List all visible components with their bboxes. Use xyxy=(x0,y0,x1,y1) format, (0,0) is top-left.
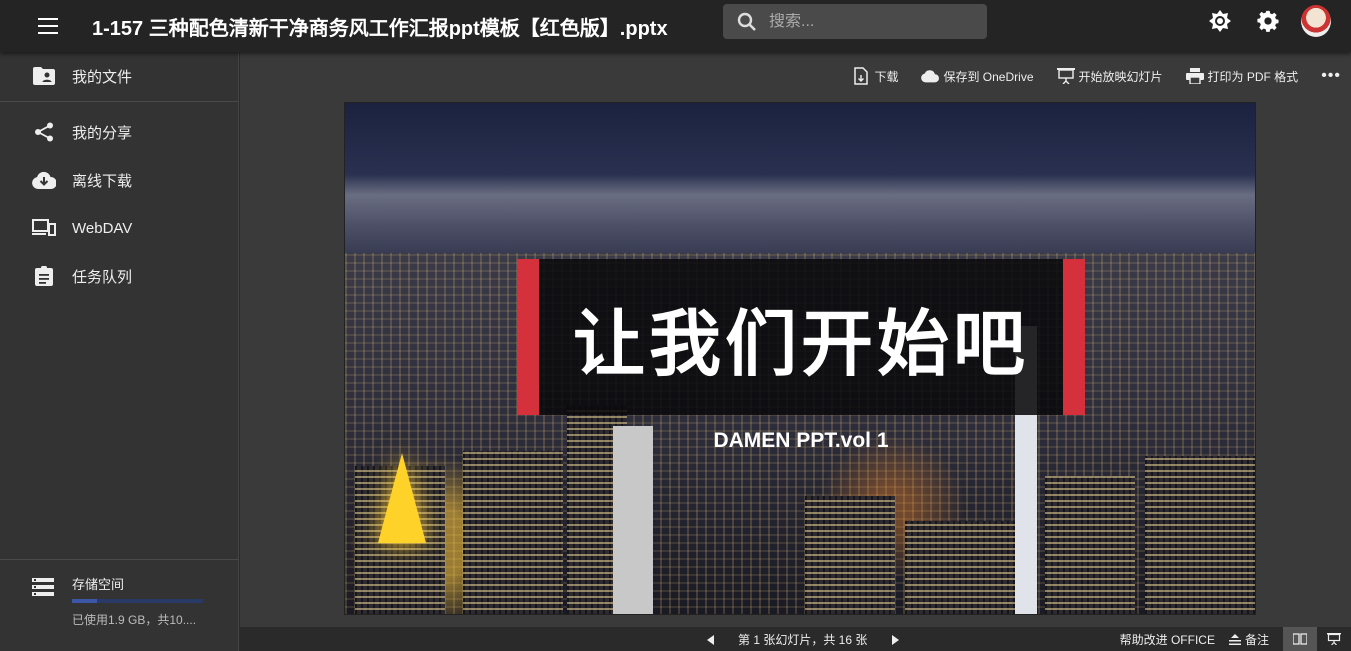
next-slide-button[interactable] xyxy=(887,632,903,648)
viewer-status-bar: 第 1 张幻灯片，共 16 张 帮助改进 OFFICE 备注 xyxy=(240,627,1351,651)
devices-icon xyxy=(32,216,56,240)
storage-label: 存储空间 xyxy=(72,577,125,592)
sidebar-item-label: 离线下载 xyxy=(72,172,133,190)
triangle-right-icon xyxy=(891,634,899,645)
more-options-button[interactable]: ••• xyxy=(1321,67,1341,85)
print-pdf-button[interactable]: 打印为 PDF 格式 xyxy=(1185,67,1299,85)
brightness-icon xyxy=(1209,10,1231,32)
book-open-icon xyxy=(1293,633,1307,645)
sidebar-item-my-shares[interactable]: 我的分享 xyxy=(0,108,238,156)
download-file-icon xyxy=(852,67,870,85)
notes-icon xyxy=(1228,633,1241,645)
triangle-left-icon xyxy=(706,634,714,645)
share-icon xyxy=(32,120,56,144)
cloud-download-icon xyxy=(32,168,56,192)
storage-icon xyxy=(32,578,56,602)
storage-usage-text: 已使用1.9 GB，共10.... xyxy=(72,613,197,627)
gear-icon xyxy=(1257,10,1279,32)
file-title: 1-157 三种配色清新干净商务风工作汇报ppt模板【红色版】.pptx xyxy=(92,17,668,40)
previous-slide-button[interactable] xyxy=(702,632,718,648)
help-improve-office-link[interactable]: 帮助改进 OFFICE xyxy=(1120,631,1215,648)
download-label: 下载 xyxy=(874,69,899,84)
search-input[interactable] xyxy=(769,12,969,31)
sidebar-item-webdav[interactable]: WebDAV xyxy=(0,204,238,252)
sidebar-divider xyxy=(0,101,238,102)
sidebar-item-label: 我的文件 xyxy=(72,68,133,86)
slide-title: 让我们开始吧 xyxy=(572,301,1029,386)
sidebar-item-task-queue[interactable]: 任务队列 xyxy=(0,252,238,300)
sidebar-item-my-files[interactable]: 我的文件 xyxy=(0,52,238,100)
search-box[interactable] xyxy=(723,4,987,39)
sidebar-item-label: WebDAV xyxy=(72,219,133,237)
start-slideshow-label: 开始放映幻灯片 xyxy=(1078,69,1163,84)
clipboard-icon xyxy=(32,264,56,288)
sidebar-item-offline-download[interactable]: 离线下载 xyxy=(0,156,238,204)
top-app-bar: 1-157 三种配色清新干净商务风工作汇报ppt模板【红色版】.pptx xyxy=(0,0,1351,52)
storage-progress-fill xyxy=(72,599,97,603)
menu-icon xyxy=(38,18,58,34)
save-onedrive-label: 保存到 OneDrive xyxy=(943,69,1034,84)
projector-screen-icon xyxy=(1327,633,1341,645)
printer-icon xyxy=(1185,67,1204,85)
sidebar-item-label: 我的分享 xyxy=(72,124,133,142)
folder-account-icon xyxy=(32,64,56,88)
storage-progress-bar xyxy=(72,599,203,603)
notes-label: 备注 xyxy=(1244,632,1269,647)
slide-page-info: 第 1 张幻灯片，共 16 张 xyxy=(738,633,868,647)
slide-title-box: 让我们开始吧 xyxy=(517,259,1085,415)
projector-screen-icon xyxy=(1056,67,1075,85)
slide-canvas: 让我们开始吧 DAMEN PPT.vol 1 xyxy=(344,102,1256,615)
sidebar: 我的文件 我的分享 离线下载 WebDAV 任务队列 存储空间 已使用1.9 G… xyxy=(0,52,239,651)
download-button[interactable]: 下载 xyxy=(852,67,898,85)
print-pdf-label: 打印为 PDF 格式 xyxy=(1207,69,1299,84)
viewer-toolbar: 下载 保存到 OneDrive 开始放映幻灯片 打印为 PDF 格式 ••• xyxy=(852,64,1351,88)
reading-view-button[interactable] xyxy=(1283,627,1317,651)
slide-subtitle: DAMEN PPT.vol 1 xyxy=(713,429,889,452)
sidebar-item-label: 任务队列 xyxy=(72,268,133,286)
start-slideshow-button[interactable]: 开始放映幻灯片 xyxy=(1056,67,1163,85)
storage-panel: 存储空间 已使用1.9 GB，共10.... xyxy=(0,559,239,651)
settings-button[interactable] xyxy=(1253,6,1283,36)
save-onedrive-button[interactable]: 保存到 OneDrive xyxy=(921,67,1034,85)
avatar xyxy=(1301,5,1331,37)
slideshow-view-button[interactable] xyxy=(1317,627,1351,651)
menu-button[interactable] xyxy=(24,2,72,50)
document-viewer: 下载 保存到 OneDrive 开始放映幻灯片 打印为 PDF 格式 ••• 让… xyxy=(240,52,1351,651)
lit-tower-spire xyxy=(378,453,426,543)
theme-toggle-button[interactable] xyxy=(1205,6,1235,36)
cloud-icon xyxy=(921,67,940,85)
notes-button[interactable]: 备注 xyxy=(1228,631,1269,648)
search-icon xyxy=(737,12,756,31)
user-avatar-button[interactable] xyxy=(1301,5,1331,37)
